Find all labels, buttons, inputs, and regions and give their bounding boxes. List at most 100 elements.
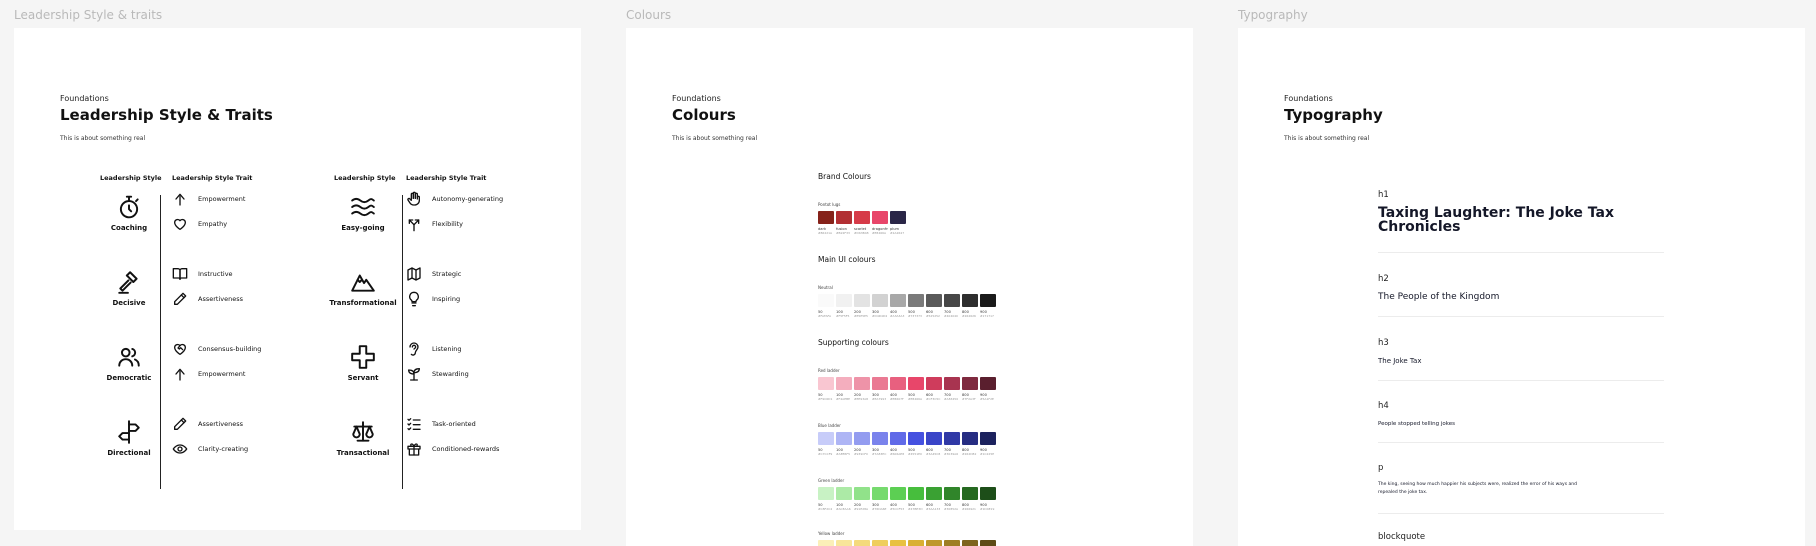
color-swatch: 800 #7F2A3F (962, 377, 978, 401)
color-chip (944, 487, 960, 500)
color-swatch: 200 #E5E5E5 (854, 294, 870, 318)
style-label: Decisive (112, 299, 146, 307)
swatch-hex: #D63B48 (854, 231, 869, 235)
pencil-icon (174, 292, 187, 305)
page-title: Leadership Style & Traits (60, 106, 273, 124)
palette-label-yellow: Yellow ladder (818, 531, 845, 536)
column-header-trait: Leadership Style Trait (172, 174, 253, 182)
color-swatch: 500 #737373 (908, 294, 924, 318)
swatch-hex: #3039A6 (944, 452, 959, 456)
trait-assertiveness: Assertiveness (172, 416, 243, 432)
color-chip (836, 487, 852, 500)
book-open-icon (172, 268, 188, 280)
color-swatch: 200 #939CF0 (854, 432, 870, 456)
color-chip (980, 294, 996, 307)
color-swatch: 800 #262626 (962, 294, 978, 318)
color-swatch: 400#E8C142 (890, 540, 906, 546)
trait-autonomy-generating: Autonomy-generating (406, 191, 503, 207)
color-swatch: 800 #262D82 (962, 432, 978, 456)
lightbulb-icon (409, 291, 419, 307)
color-swatch: 100#F8E59A (836, 540, 852, 546)
trait-empowerment: Empowerment (172, 366, 245, 382)
arrow-up-icon (175, 368, 185, 381)
color-swatch: 100 #ACEAA6 (836, 487, 852, 511)
sprout-icon (408, 368, 420, 381)
color-chip (890, 487, 906, 500)
swatch-hex: #ACEAA6 (836, 507, 851, 511)
color-swatch: 900 #1C225E (980, 432, 996, 456)
color-swatch: 500 #E8466A (908, 377, 924, 401)
color-chip (836, 540, 852, 546)
color-chip (980, 377, 996, 390)
swatch-hex: #737373 (908, 314, 922, 318)
heart-handshake-icon (174, 343, 186, 355)
color-swatch: 100 #F5F5F5 (836, 294, 852, 318)
color-swatch: 50 #C8F2C4 (818, 487, 834, 511)
style-label: Transactional (336, 449, 390, 457)
color-chip (818, 211, 834, 224)
trait-empowerment: Empowerment (172, 191, 245, 207)
page-description: This is about something real (60, 135, 146, 142)
color-swatch: dragonfruit#E8466A (872, 211, 888, 235)
type-sample-text: The Joke Tax (1378, 357, 1422, 365)
color-chip (836, 211, 852, 224)
swatch-hex: #EA7993 (872, 397, 887, 401)
color-chip (980, 540, 996, 546)
color-swatch: 400 #5CCF53 (890, 487, 906, 511)
swatch-hex: #F9C6D1 (818, 397, 833, 401)
type-sample-h3: h3 The Joke Tax (1378, 338, 1664, 381)
color-swatch: 500#D9B034 (908, 540, 924, 546)
swatch-hex: #3AA133 (926, 507, 941, 511)
swatch-hex: #86221A (818, 231, 833, 235)
directions-icon (118, 420, 140, 444)
type-tag: h3 (1378, 338, 1389, 348)
color-swatch: 400 #A3A3A3 (890, 294, 906, 318)
frame-label-colours[interactable]: Colours (626, 8, 671, 22)
color-chip (818, 432, 834, 445)
color-swatch: 600 #3A45C8 (926, 432, 942, 456)
color-swatch: 600 #CF3C5C (926, 377, 942, 401)
trait-consensus-building: Consensus-building (172, 341, 261, 357)
hand-icon (407, 191, 420, 206)
style-label: Coaching (110, 224, 148, 232)
color-chip (890, 211, 906, 224)
color-chip (890, 432, 906, 445)
type-tag: h4 (1378, 401, 1389, 411)
typography-frame: Foundations Typography This is about som… (1238, 28, 1805, 546)
trait-task-oriented: Task-oriented (406, 416, 476, 432)
frame-label-leadership[interactable]: Leadership Style & traits (14, 8, 162, 22)
mountain-icon (351, 274, 375, 292)
eyebrow: Foundations (1284, 94, 1333, 103)
color-chip (908, 377, 924, 390)
color-swatch: 50 #C7CCF9 (818, 432, 834, 456)
frame-label-typography[interactable]: Typography (1238, 8, 1308, 22)
color-swatch: 300 #D4D4D4 (872, 294, 888, 318)
trait-conditioned-rewards: Conditioned-rewards (406, 441, 499, 457)
color-swatch: scarlet #D63B48 (854, 211, 870, 235)
color-swatch: 400 #606AE8 (890, 432, 906, 456)
page-title: Typography (1284, 106, 1383, 124)
color-chip (890, 377, 906, 390)
type-tag: h1 (1378, 190, 1389, 200)
color-swatch: 900 #171717 (980, 294, 996, 318)
type-sample-blockquote: blockquote (1378, 532, 1664, 546)
style-transformational: Transformational (318, 269, 408, 307)
eyebrow: Foundations (60, 94, 109, 103)
leadership-frame: Foundations Leadership Style & Traits Th… (14, 28, 581, 530)
color-chip (854, 211, 870, 224)
eyebrow: Foundations (672, 94, 721, 103)
color-chip (872, 377, 888, 390)
color-chip (944, 377, 960, 390)
swatch-hex: #4551E0 (908, 452, 922, 456)
color-chip (962, 294, 978, 307)
section-title-supporting: Supporting colours (818, 338, 889, 347)
swatch-hex: #2A2647 (890, 231, 905, 235)
color-chip (926, 540, 942, 546)
column-header-style: Leadership Style (100, 174, 162, 182)
swatch-hex: #EE93A8 (854, 397, 869, 401)
color-chip (926, 432, 942, 445)
swatch-hex: #47BE3D (908, 507, 923, 511)
color-chip (890, 294, 906, 307)
color-swatch: 300#EFCE5E (872, 540, 888, 546)
color-swatch: 700#9E7E24 (944, 540, 960, 546)
